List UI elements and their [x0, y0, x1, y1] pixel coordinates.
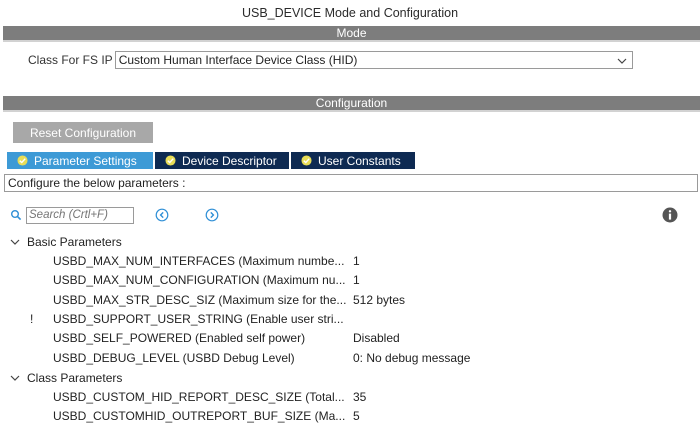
- configuration-section-header: Configuration: [3, 96, 700, 110]
- class-for-fs-ip-label: Class For FS IP: [28, 53, 113, 67]
- param-row[interactable]: USBD_MAX_NUM_CONFIGURATION (Maximum nu..…: [0, 271, 700, 290]
- chevron-down-icon[interactable]: [616, 55, 628, 67]
- reset-configuration-button[interactable]: Reset Configuration: [13, 122, 153, 143]
- param-name: USBD_MAX_STR_DESC_SIZ (Maximum size for …: [53, 293, 347, 307]
- search-icon: [11, 210, 22, 221]
- param-row[interactable]: USBD_MAX_STR_DESC_SIZ (Maximum size for …: [0, 291, 700, 310]
- param-row[interactable]: USBD_CUSTOMHID_OUTREPORT_BUF_SIZE (Ma...…: [0, 407, 700, 426]
- param-row[interactable]: USBD_DEBUG_LEVEL (USBD Debug Level) 0: N…: [0, 349, 700, 368]
- param-row[interactable]: ! USBD_SUPPORT_USER_STRING (Enable user …: [0, 310, 700, 329]
- param-value[interactable]: 1: [353, 273, 360, 287]
- config-header-divider: [3, 110, 700, 112]
- param-name: USBD_CUSTOM_HID_REPORT_DESC_SIZE (Total.…: [53, 390, 345, 404]
- check-circle-icon: [301, 155, 312, 166]
- chevron-down-icon[interactable]: [10, 237, 20, 247]
- tab-bar: Parameter Settings Device Descriptor Use…: [7, 152, 417, 169]
- info-icon[interactable]: [662, 207, 678, 223]
- tab-parameter-settings[interactable]: Parameter Settings: [7, 152, 153, 169]
- check-circle-icon: [165, 155, 176, 166]
- param-value[interactable]: Disabled: [353, 331, 400, 345]
- param-name: USBD_DEBUG_LEVEL (USBD Debug Level): [53, 351, 295, 365]
- tab-device-descriptor[interactable]: Device Descriptor: [155, 152, 289, 169]
- window-title: USB_DEVICE Mode and Configuration: [241, 6, 459, 20]
- warning-marker: !: [30, 312, 34, 326]
- check-circle-icon: [17, 155, 28, 166]
- param-row[interactable]: USBD_SELF_POWERED (Enabled self power) D…: [0, 329, 700, 348]
- search-input[interactable]: [26, 206, 134, 224]
- param-name: USBD_MAX_NUM_CONFIGURATION (Maximum nu..…: [53, 273, 346, 287]
- group-label: Basic Parameters: [27, 235, 122, 249]
- param-name: USBD_CUSTOMHID_OUTREPORT_BUF_SIZE (Ma...: [53, 409, 346, 423]
- group-basic-parameters[interactable]: Basic Parameters: [10, 233, 122, 251]
- group-class-parameters[interactable]: Class Parameters: [10, 369, 122, 387]
- param-name: USBD_SELF_POWERED (Enabled self power): [53, 331, 306, 345]
- param-row[interactable]: USBD_CUSTOM_HID_REPORT_DESC_SIZE (Total.…: [0, 388, 700, 407]
- param-name: USBD_SUPPORT_USER_STRING (Enable user st…: [53, 312, 344, 326]
- mode-section-header: Mode: [3, 26, 700, 40]
- next-match-icon[interactable]: [205, 208, 219, 222]
- chevron-down-icon[interactable]: [10, 373, 20, 383]
- param-row[interactable]: USBD_MAX_NUM_INTERFACES (Maximum numbe..…: [0, 252, 700, 271]
- tab-user-constants[interactable]: User Constants: [291, 152, 415, 169]
- param-value[interactable]: 35: [353, 390, 366, 404]
- previous-match-icon[interactable]: [155, 208, 169, 222]
- parameters-description: Configure the below parameters :: [4, 174, 698, 192]
- class-select-value: Custom Human Interface Device Class (HID…: [118, 53, 358, 67]
- param-name: USBD_MAX_NUM_INTERFACES (Maximum numbe..…: [53, 254, 345, 268]
- param-value[interactable]: 1: [353, 254, 360, 268]
- param-value[interactable]: 0: No debug message: [353, 351, 470, 365]
- search-row: [10, 206, 134, 224]
- param-value[interactable]: 5: [353, 409, 360, 423]
- class-row: Class For FS IP Custom Human Interface D…: [28, 50, 633, 70]
- group-label: Class Parameters: [27, 371, 123, 385]
- mode-header-divider: [3, 40, 700, 42]
- tab-label: Parameter Settings: [34, 153, 137, 168]
- tab-label: Device Descriptor: [182, 153, 277, 168]
- class-select[interactable]: Custom Human Interface Device Class (HID…: [114, 51, 633, 69]
- tab-label: User Constants: [318, 153, 401, 168]
- param-value[interactable]: 512 bytes: [353, 293, 405, 307]
